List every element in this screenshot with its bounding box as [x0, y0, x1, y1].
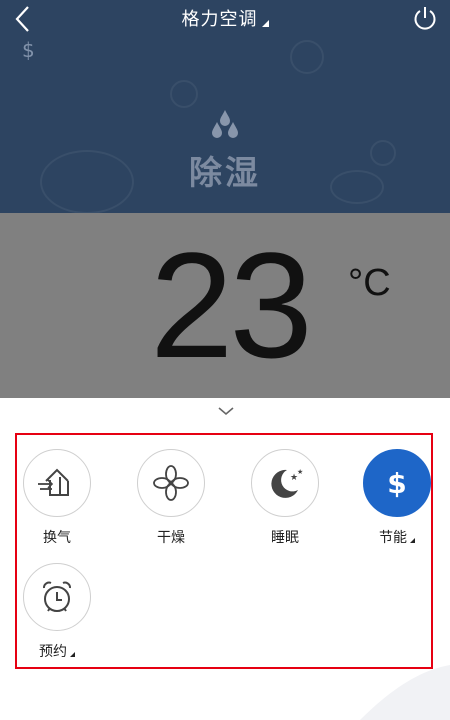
function-ventilation[interactable]: 换气 [7, 449, 107, 547]
water-drops-icon [212, 110, 238, 138]
function-schedule[interactable]: 预约 [7, 563, 107, 661]
mode-label: 除湿 [189, 153, 261, 192]
energy-saving-indicator: $ [22, 38, 35, 62]
moon-stars-icon: ★ ★ [271, 468, 303, 498]
chevron-down-icon[interactable] [217, 405, 235, 417]
function-sleep[interactable]: ★ ★ 睡眠 [235, 449, 335, 547]
function-energy-saving[interactable]: $ 节能 [347, 449, 447, 547]
function-button[interactable] [23, 563, 91, 631]
svg-text:★: ★ [297, 468, 303, 476]
alarm-clock-icon [43, 581, 71, 612]
function-label: 干燥 [157, 530, 185, 546]
status-header: 格力空调 $ 除湿 [0, 0, 450, 213]
page-title-text: 格力空调 [181, 9, 258, 30]
decorative-circle [170, 80, 198, 108]
dropdown-triangle-icon [410, 538, 415, 543]
dropdown-triangle-icon [70, 652, 75, 657]
function-label: 预约 [39, 644, 67, 660]
dropdown-triangle-icon [261, 20, 269, 27]
function-button[interactable]: ★ ★ [251, 449, 319, 517]
decorative-circle [290, 40, 324, 74]
function-button[interactable] [137, 449, 205, 517]
decorative-swoosh [360, 665, 450, 720]
house-airflow-icon [38, 468, 69, 496]
svg-text:$: $ [387, 467, 406, 500]
function-label: 节能 [379, 530, 407, 546]
temperature-unit: °C [348, 262, 391, 304]
dollar-icon: $ [387, 467, 406, 500]
function-panel: 换气 干燥 ★ ★ 睡眠 $ 节能 预约 [15, 433, 433, 669]
function-dry[interactable]: 干燥 [121, 449, 221, 547]
power-icon[interactable] [412, 5, 438, 31]
fan-icon [153, 465, 189, 501]
function-button[interactable] [23, 449, 91, 517]
page-title[interactable]: 格力空调 [0, 5, 450, 31]
function-label: 睡眠 [271, 530, 299, 546]
function-button-active[interactable]: $ [363, 449, 431, 517]
temperature-value: 23 [150, 221, 313, 389]
function-label: 换气 [43, 530, 71, 546]
